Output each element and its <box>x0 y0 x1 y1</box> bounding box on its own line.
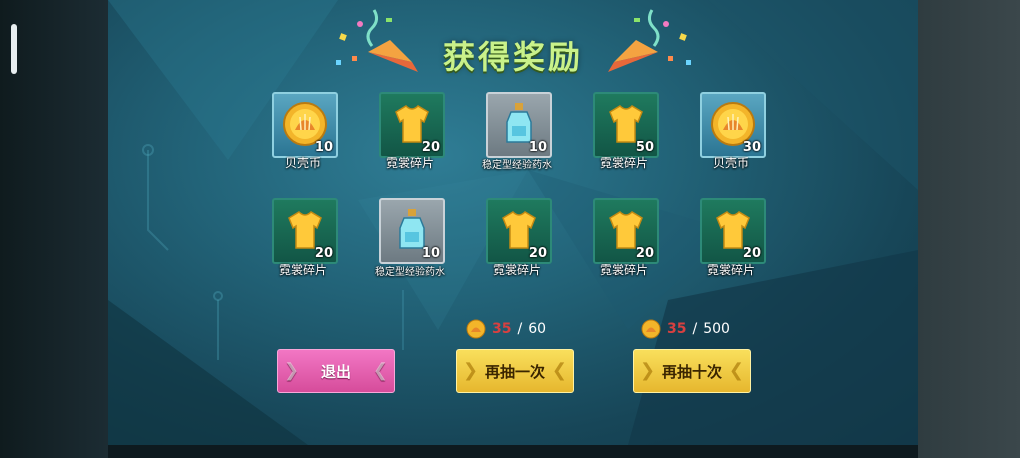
cost-need: 60 <box>528 321 547 337</box>
chevron-right-icon: ❯ <box>284 360 300 381</box>
reward-slot-3[interactable]: 10 <box>486 92 552 158</box>
reward-name: 贝壳币 <box>712 156 749 170</box>
reward-name: 霓裳碎片 <box>706 263 755 277</box>
reward-name: 霓裳碎片 <box>492 263 541 277</box>
shell-coin-icon <box>466 319 486 339</box>
draw-once-cost: 35 / 60 <box>466 318 546 340</box>
reward-slot-6[interactable]: 20 <box>272 198 338 264</box>
shell-coin-icon <box>641 319 661 339</box>
reward-name: 霓裳碎片 <box>278 263 327 277</box>
cost-have: 35 <box>667 321 687 337</box>
chevron-left-icon: ❮ <box>551 360 567 381</box>
reward-qty: 20 <box>421 140 440 155</box>
reward-panel: 获得奖励 10 贝壳币 20 霓裳碎片 10 稳定型经验药水 50 霓裳碎片 3… <box>108 0 918 445</box>
cost-need: 500 <box>703 321 730 337</box>
reward-slot-5[interactable]: 30 <box>700 92 766 158</box>
draw-ten-label: 再抽十次 <box>661 362 722 381</box>
cost-separator: / <box>692 321 698 337</box>
reward-name: 霓裳碎片 <box>599 156 648 170</box>
draw-once-button[interactable]: ❯ 再抽一次 ❮ <box>456 349 574 393</box>
reward-name: 稳定型经验药水 <box>482 160 552 171</box>
reward-qty: 20 <box>528 246 547 261</box>
chevron-right-icon: ❯ <box>463 360 479 381</box>
reward-name: 霓裳碎片 <box>385 156 434 170</box>
reward-name: 贝壳币 <box>284 156 321 170</box>
reward-slot-4[interactable]: 50 <box>593 92 659 158</box>
left-dark-margin <box>0 0 108 458</box>
reward-name: 稳定型经验药水 <box>375 267 445 278</box>
reward-qty: 10 <box>528 140 547 155</box>
reward-qty: 20 <box>742 246 761 261</box>
draw-once-label: 再抽一次 <box>484 362 545 381</box>
chevron-left-icon: ❮ <box>372 360 388 381</box>
draw-ten-cost: 35 / 500 <box>641 318 730 340</box>
reward-slot-8[interactable]: 20 <box>486 198 552 264</box>
cost-separator: / <box>517 321 523 337</box>
draw-ten-button[interactable]: ❯ 再抽十次 ❮ <box>633 349 751 393</box>
chevron-right-icon: ❯ <box>640 360 656 381</box>
reward-slot-1[interactable]: 10 <box>272 92 338 158</box>
reward-qty: 10 <box>314 140 333 155</box>
exit-button-label: 退出 <box>320 362 351 381</box>
exit-button[interactable]: ❯ 退出 ❮ <box>277 349 395 393</box>
cost-have: 35 <box>492 321 512 337</box>
reward-name: 霓裳碎片 <box>599 263 648 277</box>
side-drag-handle[interactable] <box>11 24 17 74</box>
reward-slot-9[interactable]: 20 <box>593 198 659 264</box>
reward-slot-2[interactable]: 20 <box>379 92 445 158</box>
reward-slot-7[interactable]: 10 <box>379 198 445 264</box>
reward-qty: 50 <box>635 140 654 155</box>
reward-title: 获得奖励 <box>442 38 583 76</box>
reward-qty: 30 <box>742 140 761 155</box>
reward-qty: 10 <box>421 246 440 261</box>
right-dark-margin <box>918 0 1020 458</box>
reward-qty: 20 <box>635 246 654 261</box>
chevron-left-icon: ❮ <box>728 360 744 381</box>
reward-slot-10[interactable]: 20 <box>700 198 766 264</box>
reward-qty: 20 <box>314 246 333 261</box>
bottom-strip <box>108 445 918 458</box>
